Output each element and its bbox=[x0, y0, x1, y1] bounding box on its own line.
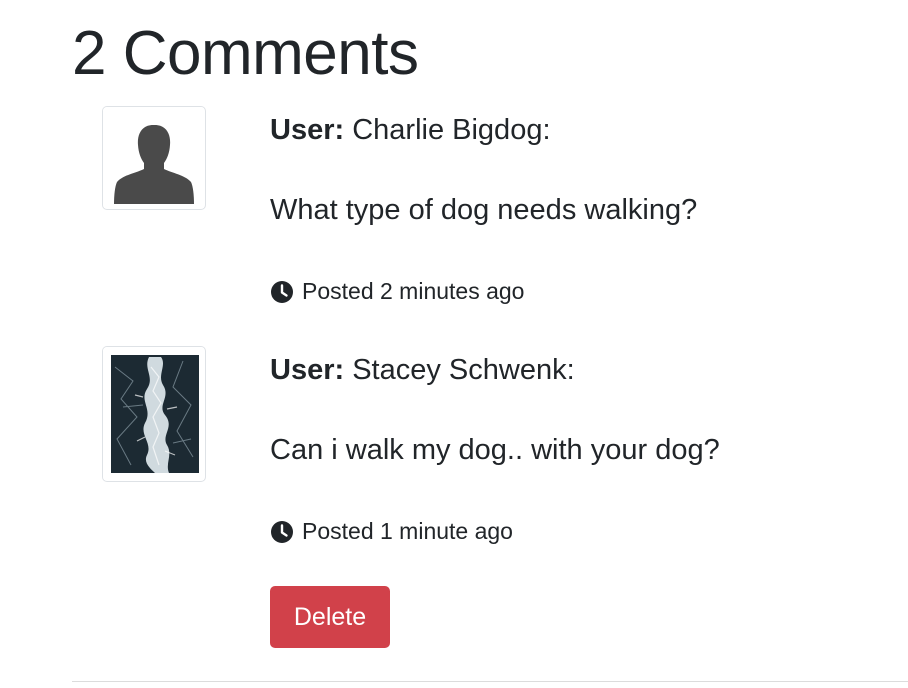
comment-text: What type of dog needs walking? bbox=[270, 194, 698, 226]
comments-page: 2 Comments User: Charlie Bigdog: What ty… bbox=[0, 0, 908, 688]
avatar bbox=[102, 346, 206, 482]
user-photo bbox=[103, 347, 204, 480]
divider bbox=[72, 681, 908, 682]
comment-timestamp: Posted 1 minute ago bbox=[270, 518, 513, 545]
posted-time: Posted 2 minutes ago bbox=[302, 278, 525, 304]
avatar bbox=[102, 106, 206, 210]
comment-author: User: Stacey Schwenk: bbox=[270, 354, 575, 387]
comment-timestamp: Posted 2 minutes ago bbox=[270, 278, 524, 305]
user-label: User: bbox=[270, 354, 345, 386]
comments-heading: 2 Comments bbox=[72, 19, 419, 88]
clock-icon bbox=[270, 280, 294, 304]
user-label: User: bbox=[270, 114, 345, 146]
comment-text: Can i walk my dog.. with your dog? bbox=[270, 434, 720, 466]
posted-time: Posted 1 minute ago bbox=[302, 518, 513, 544]
user-name: Stacey Schwenk: bbox=[352, 354, 575, 386]
default-user-silhouette-icon bbox=[103, 107, 204, 208]
comment-author: User: Charlie Bigdog: bbox=[270, 114, 551, 147]
user-name: Charlie Bigdog: bbox=[352, 114, 551, 146]
delete-button[interactable]: Delete bbox=[270, 586, 390, 648]
clock-icon bbox=[270, 520, 294, 544]
